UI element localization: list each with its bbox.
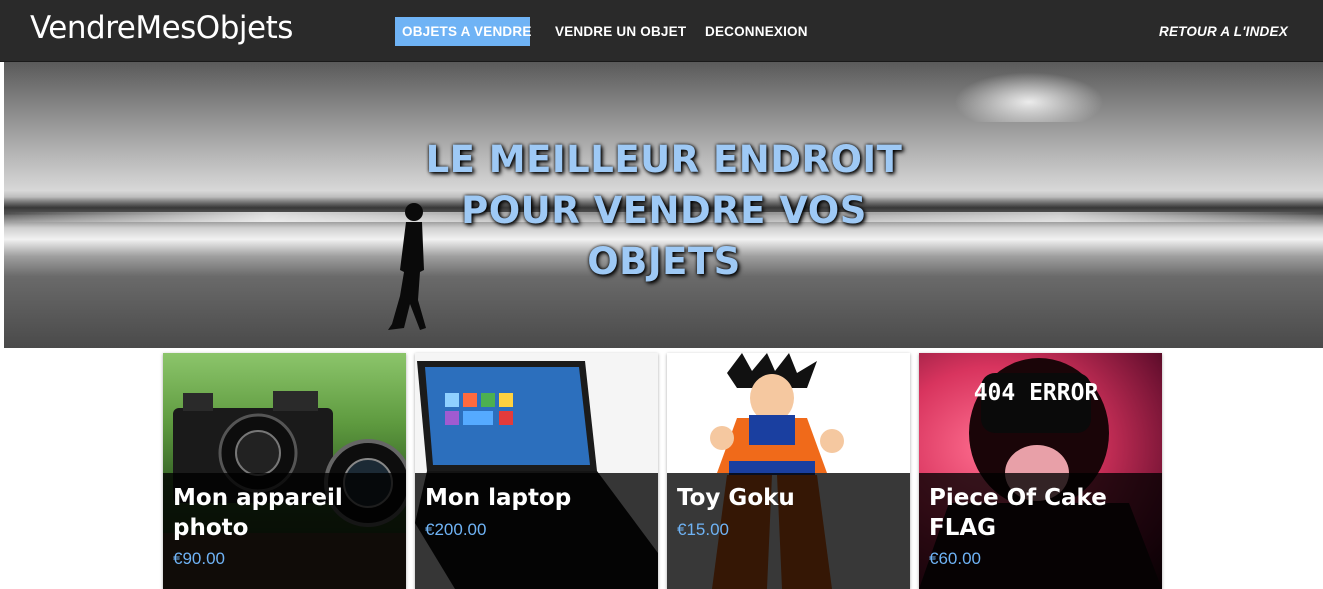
product-price: €200.00 bbox=[425, 520, 487, 539]
hero-clouds bbox=[954, 72, 1104, 122]
product-price: €90.00 bbox=[173, 549, 225, 568]
nav-deconnexion[interactable]: DECONNEXION bbox=[705, 17, 808, 46]
product-card[interactable]: Mon appareil photo €90.00 bbox=[163, 353, 406, 589]
hero-headline: LE MEILLEUR ENDROIT POUR VENDRE VOS OBJE… bbox=[425, 138, 903, 283]
product-title[interactable]: Toy Goku bbox=[677, 483, 902, 513]
product-card[interactable]: Mon laptop €200.00 bbox=[415, 353, 658, 589]
nav-objets-a-vendre[interactable]: OBJETS A VENDRE bbox=[395, 17, 531, 46]
product-price: €60.00 bbox=[929, 549, 981, 568]
product-title[interactable]: Mon laptop bbox=[425, 483, 650, 513]
product-card[interactable]: 404 ERROR Piece Of Cake FLAG €60.00 bbox=[919, 353, 1162, 589]
product-title[interactable]: Piece Of Cake FLAG bbox=[929, 483, 1154, 543]
nav-vendre-un-objet[interactable]: VENDRE UN OBJET bbox=[555, 17, 686, 46]
product-card[interactable]: Toy Goku €15.00 bbox=[667, 353, 910, 589]
brand-logo[interactable]: VendreMesObjets bbox=[30, 10, 293, 46]
nav-retour-index[interactable]: RETOUR A L'INDEX bbox=[1159, 17, 1288, 46]
404-text: 404 ERROR bbox=[974, 380, 1099, 406]
hero-banner: LE MEILLEUR ENDROIT POUR VENDRE VOS OBJE… bbox=[4, 62, 1323, 348]
navbar: VendreMesObjets OBJETS A VENDRE VENDRE U… bbox=[0, 0, 1323, 62]
product-price: €15.00 bbox=[677, 520, 729, 539]
product-title[interactable]: Mon appareil photo bbox=[173, 483, 398, 543]
